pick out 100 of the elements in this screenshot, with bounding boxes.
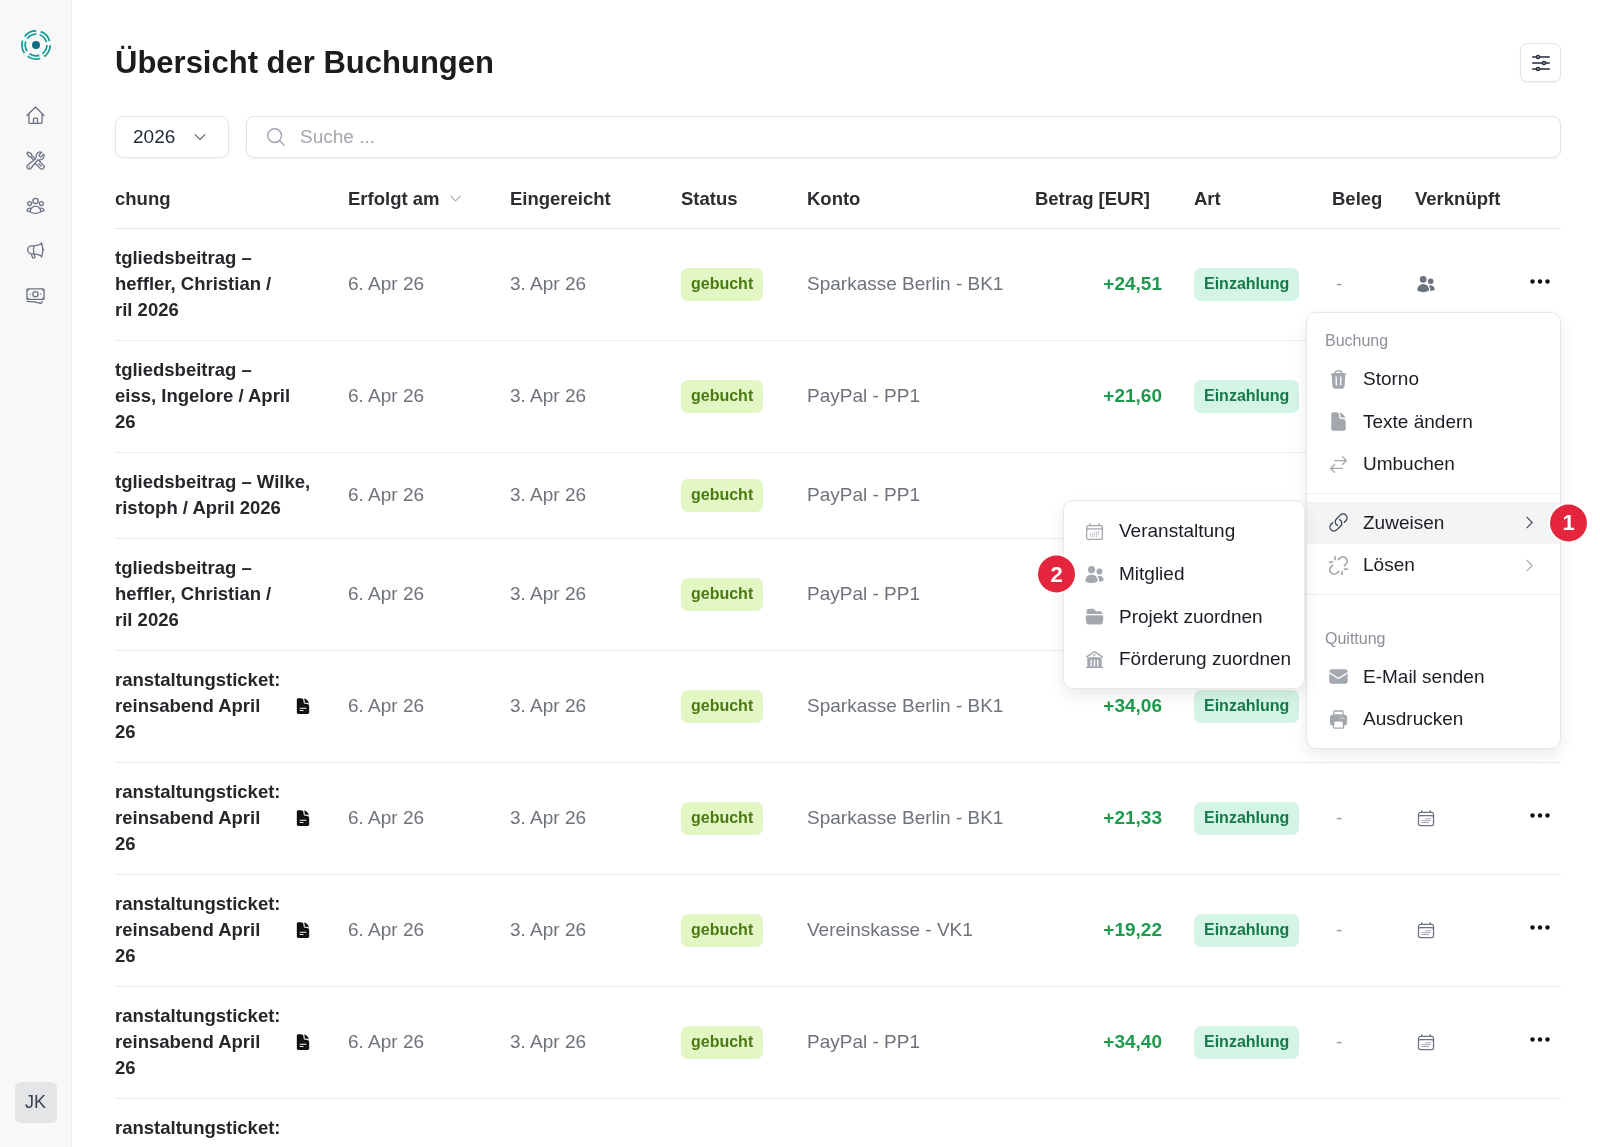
column-header[interactable]: chung [115,187,171,210]
people-icon[interactable] [1416,274,1436,294]
menu-item[interactable]: E-Mail senden [1307,655,1560,698]
calendar-icon[interactable] [1416,1032,1436,1052]
document-icon[interactable] [294,921,312,939]
status-tag: gebucht [681,913,764,947]
user-initials[interactable]: JK [14,1082,57,1123]
year-select[interactable]: 2026 [115,116,229,158]
receipt-text: - [1335,807,1343,829]
status-tag: gebucht [681,577,764,611]
account-text: PayPal - PP1 [807,1031,920,1053]
date-text: 6. Apr 26 [348,385,425,407]
account-text: Sparkasse Berlin - BK1 [807,807,1004,829]
type-tag: Einzahlung [1194,801,1300,835]
date-text: 6. Apr 26 [348,695,425,717]
column-header[interactable]: Beleg [1332,187,1383,210]
step-marker: 2 [1038,555,1075,593]
document-icon[interactable] [294,1033,312,1051]
date-text: 6. Apr 26 [348,583,425,605]
column-header[interactable]: Status [681,187,738,210]
amount-text: +19,22 [1103,919,1162,941]
logo-icon[interactable] [19,29,52,61]
account-text: PayPal - PP1 [807,583,920,605]
amount-text: +21,33 [1103,807,1162,829]
description-text: tgliedsbeitrag – eiss, Ingelore / April 26 [115,358,291,434]
menu-item[interactable]: Umbuchen [1307,443,1560,486]
date-text: 6. Apr 26 [348,1031,425,1053]
column-header[interactable]: Art [1194,187,1221,210]
document-icon[interactable] [294,809,312,827]
menu-item[interactable]: Texte ändern [1307,400,1560,443]
document-icon[interactable] [294,697,312,715]
account-text: PayPal - PP1 [807,385,920,407]
megaphone-icon[interactable] [25,240,46,261]
amount-text: +21,60 [1103,385,1162,407]
account-text: Sparkasse Berlin - BK1 [807,273,1004,295]
ellipsis-icon [1530,278,1550,284]
column-header[interactable]: Verknüpft [1415,187,1501,210]
description-text: ranstaltungsticket: reinsabend April 26 [115,892,281,968]
date-text: 3. Apr 26 [510,1031,587,1053]
ellipsis-icon [1530,924,1550,930]
date-text: 3. Apr 26 [510,807,587,829]
menu-item[interactable]: Storno [1307,358,1560,401]
search-field[interactable]: Suche ... [246,116,1561,158]
column-header[interactable]: Eingereicht [510,187,611,210]
ellipsis-icon [1530,812,1550,818]
ellipsis-icon [1530,1036,1550,1042]
menu-item[interactable]: Ausdrucken [1307,698,1560,741]
status-tag: gebucht [681,801,764,835]
menu-item[interactable]: Mitglied [1077,552,1304,596]
document-icon [1328,411,1349,433]
menu-section-label: Buchung [1324,331,1390,351]
type-tag: Einzahlung [1194,913,1300,947]
description-text: tgliedsbeitrag – Wilke, ristoph / April 2026 [115,470,311,520]
menu-item[interactable]: Förderung zuordnen [1077,638,1304,681]
description-text: ranstaltungsticket: reinsabend April 26 [115,1004,281,1080]
type-tag: Einzahlung [1194,267,1300,301]
column-header[interactable]: Konto [807,187,861,210]
column-header[interactable]: Betrag [EUR] [1034,187,1150,210]
swap-arrows-icon [1328,453,1349,475]
calendar-icon[interactable] [1416,808,1436,828]
receipt-text: - [1335,1031,1343,1053]
status-tag: gebucht [681,1025,764,1059]
date-text: 6. Apr 26 [348,484,425,506]
account-text: Vereinskasse - VK1 [807,919,973,941]
calendar-icon [1084,520,1105,542]
description-text: ranstaltungsticket: reinsabend April 26 [115,668,281,744]
menu-item[interactable]: Zuweisen [1307,501,1560,544]
menu-item[interactable]: Projekt zuordnen [1077,595,1304,639]
search-icon [265,126,287,148]
receipt-text: - [1335,919,1343,941]
date-text: 3. Apr 26 [510,484,587,506]
menu-item[interactable]: Veranstaltung [1077,510,1304,553]
column-header[interactable]: Erfolgt am [348,187,464,210]
menu-section-label: Quittung [1324,628,1387,649]
date-text: 6. Apr 26 [348,273,425,295]
date-text: 3. Apr 26 [510,273,587,295]
description-text: tgliedsbeitrag – heffler, Christian / ril 2026 [115,246,272,322]
banknote-icon[interactable] [25,285,46,306]
status-tag: gebucht [681,478,764,512]
status-tag: gebucht [681,267,764,301]
receipt-text: - [1335,273,1343,295]
date-text: 3. Apr 26 [510,385,587,407]
building-columns-icon [1084,648,1105,670]
status-tag: gebucht [681,689,764,723]
page-title: Übersicht der Buchungen [115,43,494,82]
calendar-icon[interactable] [1416,920,1436,940]
tools-icon[interactable] [25,150,46,171]
type-tag: Einzahlung [1194,379,1300,413]
settings-button[interactable] [1520,43,1561,82]
group-icon[interactable] [25,195,46,216]
menu-item[interactable]: Lösen [1307,544,1560,587]
date-text: 3. Apr 26 [510,695,587,717]
description-text: tgliedsbeitrag – heffler, Christian / ril 2026 [115,556,272,632]
description-text: ranstaltungsticket: [115,1116,281,1140]
home-icon[interactable] [25,105,46,126]
date-text: 3. Apr 26 [510,583,587,605]
date-text: 6. Apr 26 [348,807,425,829]
amount-text: +34,06 [1103,695,1162,717]
unlink-icon [1328,554,1349,576]
type-tag: Einzahlung [1194,1025,1300,1059]
